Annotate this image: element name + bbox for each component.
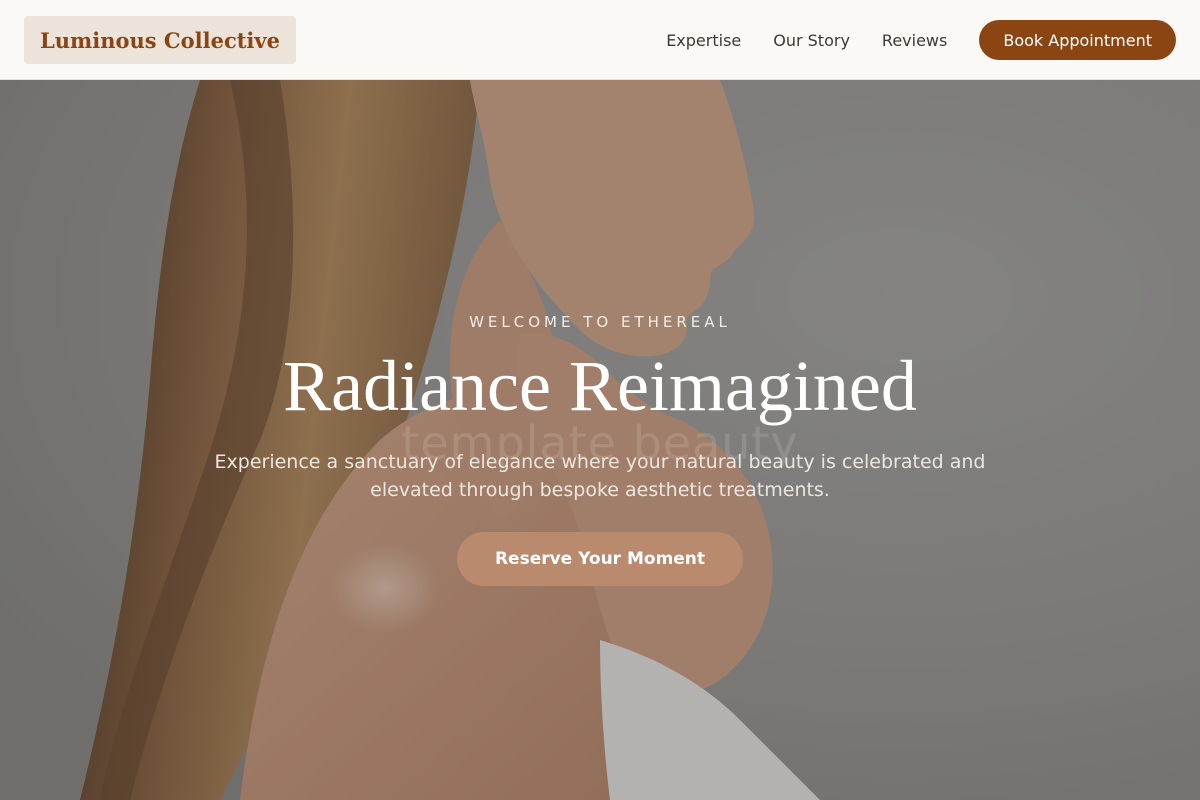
hero-subtitle: Experience a sanctuary of elegance where…: [214, 451, 986, 501]
book-appointment-button[interactable]: Book Appointment: [979, 20, 1176, 60]
site-header: Luminous Collective Expertise Our Story …: [0, 0, 1200, 80]
hero-headline: Radiance Reimagined: [283, 346, 917, 426]
hero-eyebrow: WELCOME TO ETHEREAL: [469, 313, 731, 331]
reserve-your-moment-button[interactable]: Reserve Your Moment: [457, 532, 743, 586]
nav-link-our-story[interactable]: Our Story: [773, 31, 850, 50]
hero-section: template beauty WELCOME TO ETHEREAL Radi…: [0, 80, 1200, 800]
logo[interactable]: Luminous Collective: [24, 16, 296, 64]
nav-link-reviews[interactable]: Reviews: [882, 31, 947, 50]
main-nav: Expertise Our Story Reviews Book Appoint…: [666, 20, 1176, 60]
page: Luminous Collective Expertise Our Story …: [0, 0, 1200, 800]
nav-link-expertise[interactable]: Expertise: [666, 31, 741, 50]
hero-content: WELCOME TO ETHEREAL Radiance Reimagined …: [0, 312, 1200, 586]
